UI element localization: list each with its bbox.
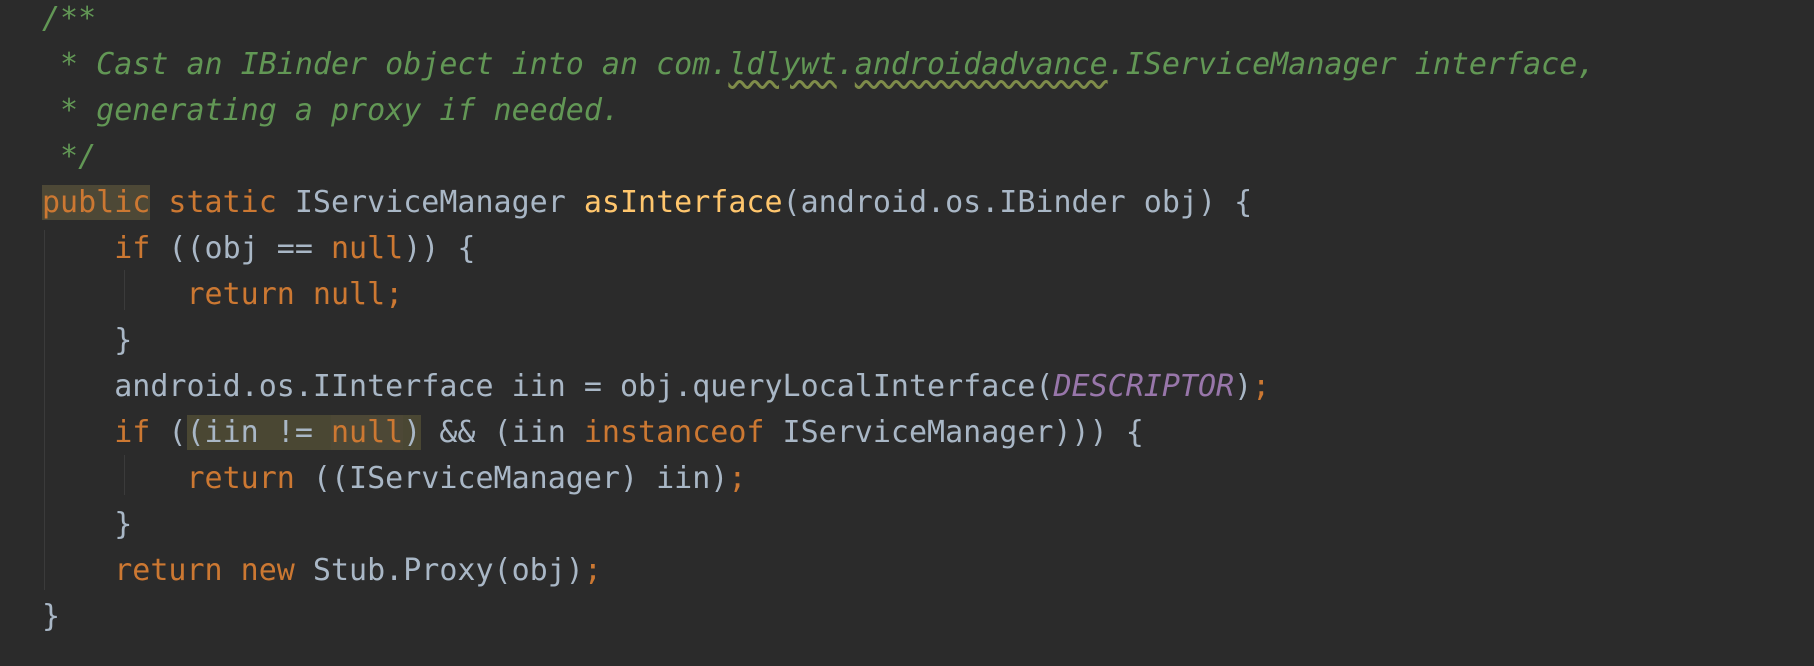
code-token: ;	[728, 461, 747, 496]
code-line[interactable]: android.os.IInterface iin = obj.queryLoc…	[42, 364, 1270, 410]
code-line[interactable]: }	[42, 594, 60, 640]
code-token: IServiceManager	[294, 185, 584, 220]
code-editor[interactable]: /** * Cast an IBinder object into an com…	[0, 0, 1814, 666]
code-token: }	[42, 507, 133, 542]
code-token: ;	[1252, 369, 1271, 404]
code-token: * Cast an IBinder object into an com.	[42, 47, 729, 82]
code-token: (	[150, 415, 187, 450]
code-token: return null;	[186, 277, 404, 312]
code-token: .	[836, 47, 855, 82]
code-line[interactable]: }	[42, 502, 132, 548]
code-token: */	[42, 139, 97, 174]
code-token: DESCRIPTOR	[1053, 369, 1235, 404]
code-line[interactable]: return new Stub.Proxy(obj);	[42, 548, 602, 594]
code-token: )	[403, 415, 422, 450]
code-token: IServiceManager))) {	[764, 415, 1144, 450]
code-token: ((IServiceManager) iin)	[294, 461, 729, 496]
code-token: return new	[114, 553, 295, 588]
code-line[interactable]: * Cast an IBinder object into an com.ldl…	[42, 42, 1595, 88]
code-token: ;	[583, 553, 602, 588]
code-token: return	[186, 461, 295, 496]
code-token: ldlywt	[728, 47, 837, 82]
code-token: static	[150, 185, 295, 220]
code-line[interactable]: * generating a proxy if needed.	[42, 88, 620, 134]
code-token: * generating a proxy if needed.	[42, 93, 620, 128]
code-token: }	[42, 599, 61, 634]
code-token: null	[331, 231, 404, 266]
code-token: if	[114, 231, 151, 266]
code-token: asInterface	[583, 185, 783, 220]
code-token: androidadvance	[854, 47, 1108, 82]
code-token: ((obj ==	[150, 231, 331, 266]
code-line[interactable]: */	[42, 134, 96, 180]
code-token: .IServiceManager interface,	[1107, 47, 1596, 82]
code-line[interactable]: if ((obj == null)) {	[42, 226, 476, 272]
code-line[interactable]: public static IServiceManager asInterfac…	[42, 180, 1252, 226]
code-token: )	[1234, 369, 1253, 404]
code-token: public	[42, 185, 151, 220]
code-token: && (iin	[421, 415, 584, 450]
code-line[interactable]: }	[42, 318, 132, 364]
code-token: instanceof	[583, 415, 765, 450]
code-token: null	[331, 415, 404, 450]
code-token: /**	[42, 1, 97, 36]
code-token: (iin !=	[186, 415, 331, 450]
code-token: Stub.Proxy(obj)	[294, 553, 584, 588]
code-token: (android.os.IBinder obj) {	[782, 185, 1253, 220]
code-line[interactable]: return ((IServiceManager) iin);	[42, 456, 747, 502]
code-token: )) {	[403, 231, 476, 266]
code-token: }	[42, 323, 133, 358]
code-line[interactable]: /**	[42, 0, 96, 42]
code-line[interactable]: return null;	[42, 272, 404, 318]
code-token: if	[114, 415, 151, 450]
code-token: android.os.IInterface iin = obj.queryLoc…	[42, 369, 1054, 404]
code-line[interactable]: if ((iin != null) && (iin instanceof ISe…	[42, 410, 1144, 456]
